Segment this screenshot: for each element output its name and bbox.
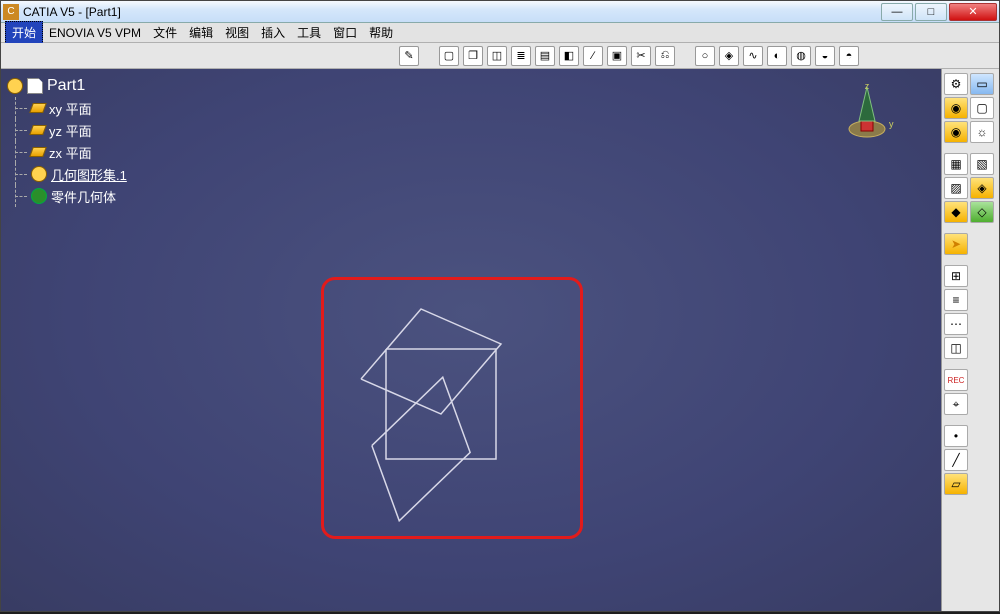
tree-item-zx[interactable]: zx 平面 bbox=[7, 141, 127, 163]
tree-item-label: xy 平面 bbox=[49, 99, 92, 118]
app-window: C CATIA V5 - [Part1] — □ ✕ 开始 ENOVIA V5 … bbox=[0, 0, 1000, 612]
tool-copy-icon[interactable]: ❐ bbox=[463, 46, 483, 66]
menubar: 开始 ENOVIA V5 VPM 文件 编辑 视图 插入 工具 窗口 帮助 bbox=[1, 23, 999, 43]
tree-item-label: yz 平面 bbox=[49, 121, 92, 140]
rt-d-icon[interactable]: ◈ bbox=[970, 177, 994, 199]
partbody-icon bbox=[31, 188, 47, 204]
tool-curve-icon[interactable]: ∿ bbox=[743, 46, 763, 66]
rt-rec-icon[interactable]: REC bbox=[944, 369, 968, 391]
rt-i-icon[interactable]: ⋯ bbox=[944, 313, 968, 335]
rt-j-icon[interactable]: ◫ bbox=[944, 337, 968, 359]
rt-k-icon[interactable]: ⌖ bbox=[944, 393, 968, 415]
tree-item-xy[interactable]: xy 平面 bbox=[7, 97, 127, 119]
viewport-3d[interactable]: Part1 xy 平面 yz 平面 zx 平面 几何图形集.1 bbox=[1, 69, 941, 611]
tool-u-icon[interactable]: ◒ bbox=[815, 46, 835, 66]
tool-cyl-icon[interactable]: ○ bbox=[695, 46, 715, 66]
svg-text:y: y bbox=[889, 119, 894, 129]
tool-list-icon[interactable]: ≣ bbox=[511, 46, 531, 66]
tree-item-label: 零件几何体 bbox=[51, 187, 116, 206]
right-toolbar: ⚙▭ ◉▢ ◉☼ ▦▧ ▨◈ ◆◇ ➤ ⊞ ≡ ⋯ ◫ REC ⌖ • ╱ ▱ bbox=[941, 69, 999, 611]
plane-icon bbox=[29, 103, 47, 113]
rt-g-icon[interactable]: ⊞ bbox=[944, 265, 968, 287]
part-doc-icon bbox=[27, 78, 43, 94]
menu-start[interactable]: 开始 bbox=[5, 21, 43, 44]
body-area: Part1 xy 平面 yz 平面 zx 平面 几何图形集.1 bbox=[1, 69, 999, 611]
tool-b-icon[interactable]: ⎌ bbox=[655, 46, 675, 66]
tool-t-icon[interactable]: ◍ bbox=[791, 46, 811, 66]
rt-arrow-icon[interactable]: ➤ bbox=[944, 233, 968, 255]
tool-3d-icon[interactable]: ◈ bbox=[719, 46, 739, 66]
rt-view-icon[interactable]: ▭ bbox=[970, 73, 994, 95]
tree-item-partbody[interactable]: 零件几何体 bbox=[7, 185, 127, 207]
tree-item-label: zx 平面 bbox=[49, 143, 92, 162]
catia-icon: C bbox=[3, 4, 19, 20]
rt-b-icon[interactable]: ▧ bbox=[970, 153, 994, 175]
tree-root-label: Part1 bbox=[47, 77, 85, 95]
menu-view[interactable]: 视图 bbox=[219, 22, 255, 43]
menu-file[interactable]: 文件 bbox=[147, 22, 183, 43]
geoset-icon bbox=[31, 166, 47, 182]
tool-cube-icon[interactable]: ▣ bbox=[607, 46, 627, 66]
menu-help[interactable]: 帮助 bbox=[363, 22, 399, 43]
plane-icon bbox=[29, 147, 47, 157]
rt-line-icon[interactable]: ╱ bbox=[944, 449, 968, 471]
close-button[interactable]: ✕ bbox=[949, 3, 997, 21]
tree-item-label: 几何图形集.1 bbox=[51, 165, 127, 184]
menu-tools[interactable]: 工具 bbox=[291, 22, 327, 43]
menu-enovia[interactable]: ENOVIA V5 VPM bbox=[43, 24, 147, 42]
tool-line-icon[interactable]: ∕ bbox=[583, 46, 603, 66]
rt-camera1-icon[interactable]: ◉ bbox=[944, 97, 968, 119]
top-toolbar: ✎ ▢ ❐ ◫ ≣ ▤ ◧ ∕ ▣ ✂ ⎌ ○ ◈ ∿ ◐ ◍ ◒ ◓ bbox=[1, 43, 999, 69]
tool-newdoc-icon[interactable]: ▢ bbox=[439, 46, 459, 66]
rt-page-icon[interactable]: ▢ bbox=[970, 97, 994, 119]
plane-icon bbox=[29, 125, 47, 135]
rt-camera2-icon[interactable]: ◉ bbox=[944, 121, 968, 143]
tool-erase-icon[interactable]: ◧ bbox=[559, 46, 579, 66]
tree-item-geoset[interactable]: 几何图形集.1 bbox=[7, 163, 127, 185]
rt-c-icon[interactable]: ▨ bbox=[944, 177, 968, 199]
tree-root[interactable]: Part1 bbox=[7, 75, 127, 97]
rt-bulb-icon[interactable]: ☼ bbox=[970, 121, 994, 143]
titlebar: C CATIA V5 - [Part1] — □ ✕ bbox=[1, 1, 999, 23]
rt-h-icon[interactable]: ≡ bbox=[944, 289, 968, 311]
window-controls: — □ ✕ bbox=[881, 3, 997, 21]
minimize-button[interactable]: — bbox=[881, 3, 913, 21]
tree-item-yz[interactable]: yz 平面 bbox=[7, 119, 127, 141]
compass[interactable]: z y bbox=[837, 81, 897, 141]
maximize-button[interactable]: □ bbox=[915, 3, 947, 21]
part-gear-icon bbox=[7, 78, 23, 94]
tool-tool-icon[interactable]: ✂ bbox=[631, 46, 651, 66]
menu-window[interactable]: 窗口 bbox=[327, 22, 363, 43]
window-title: CATIA V5 - [Part1] bbox=[23, 5, 881, 19]
svg-text:z: z bbox=[865, 81, 870, 91]
spec-tree: Part1 xy 平面 yz 平面 zx 平面 几何图形集.1 bbox=[7, 75, 127, 207]
tool-sketch-icon[interactable]: ✎ bbox=[399, 46, 419, 66]
menu-insert[interactable]: 插入 bbox=[255, 22, 291, 43]
rt-f-icon[interactable]: ◇ bbox=[970, 201, 994, 223]
tool-box-icon[interactable]: ◫ bbox=[487, 46, 507, 66]
rt-plane-icon[interactable]: ▱ bbox=[944, 473, 968, 495]
reference-planes[interactable] bbox=[301, 259, 601, 559]
rt-pt-icon[interactable]: • bbox=[944, 425, 968, 447]
rt-e-icon[interactable]: ◆ bbox=[944, 201, 968, 223]
menu-edit[interactable]: 编辑 bbox=[183, 22, 219, 43]
rt-gear-icon[interactable]: ⚙ bbox=[944, 73, 968, 95]
rt-a-icon[interactable]: ▦ bbox=[944, 153, 968, 175]
tool-s-icon[interactable]: ◐ bbox=[767, 46, 787, 66]
tool-sheet-icon[interactable]: ▤ bbox=[535, 46, 555, 66]
tool-v-icon[interactable]: ◓ bbox=[839, 46, 859, 66]
